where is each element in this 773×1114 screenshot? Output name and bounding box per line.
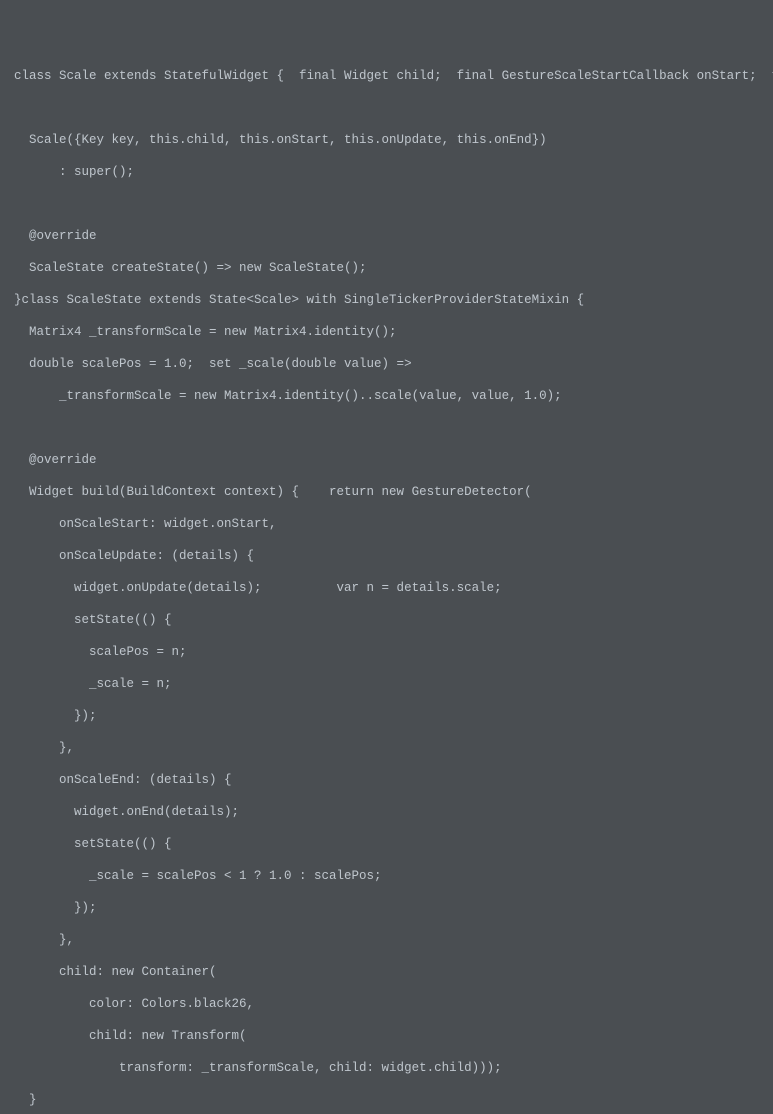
code-line: setState(() { bbox=[0, 836, 773, 852]
code-line: Widget build(BuildContext context) { ret… bbox=[0, 484, 773, 500]
code-line: class Scale extends StatefulWidget { fin… bbox=[0, 68, 773, 84]
code-line: ScaleState createState() => new ScaleSta… bbox=[0, 260, 773, 276]
code-line: }); bbox=[0, 900, 773, 916]
code-line: color: Colors.black26, bbox=[0, 996, 773, 1012]
code-line: _scale = scalePos < 1 ? 1.0 : scalePos; bbox=[0, 868, 773, 884]
code-line: double scalePos = 1.0; set _scale(double… bbox=[0, 356, 773, 372]
code-line bbox=[0, 100, 773, 116]
code-line bbox=[0, 196, 773, 212]
code-line: onScaleUpdate: (details) { bbox=[0, 548, 773, 564]
code-line: }class ScaleState extends State<Scale> w… bbox=[0, 292, 773, 308]
code-line: widget.onEnd(details); bbox=[0, 804, 773, 820]
code-line: onScaleEnd: (details) { bbox=[0, 772, 773, 788]
code-line: _scale = n; bbox=[0, 676, 773, 692]
code-line bbox=[0, 420, 773, 436]
code-line: Matrix4 _transformScale = new Matrix4.id… bbox=[0, 324, 773, 340]
code-line: scalePos = n; bbox=[0, 644, 773, 660]
code-line: }, bbox=[0, 932, 773, 948]
code-line: _transformScale = new Matrix4.identity()… bbox=[0, 388, 773, 404]
code-line: child: new Container( bbox=[0, 964, 773, 980]
code-line: widget.onUpdate(details); var n = detail… bbox=[0, 580, 773, 596]
code-line: }); bbox=[0, 708, 773, 724]
code-line: onScaleStart: widget.onStart, bbox=[0, 516, 773, 532]
code-line: }, bbox=[0, 740, 773, 756]
code-line: child: new Transform( bbox=[0, 1028, 773, 1044]
code-line: } bbox=[0, 1092, 773, 1108]
code-line: setState(() { bbox=[0, 612, 773, 628]
code-line: @override bbox=[0, 228, 773, 244]
code-line: Scale({Key key, this.child, this.onStart… bbox=[0, 132, 773, 148]
code-line: : super(); bbox=[0, 164, 773, 180]
code-line: @override bbox=[0, 452, 773, 468]
code-line: transform: _transformScale, child: widge… bbox=[0, 1060, 773, 1076]
